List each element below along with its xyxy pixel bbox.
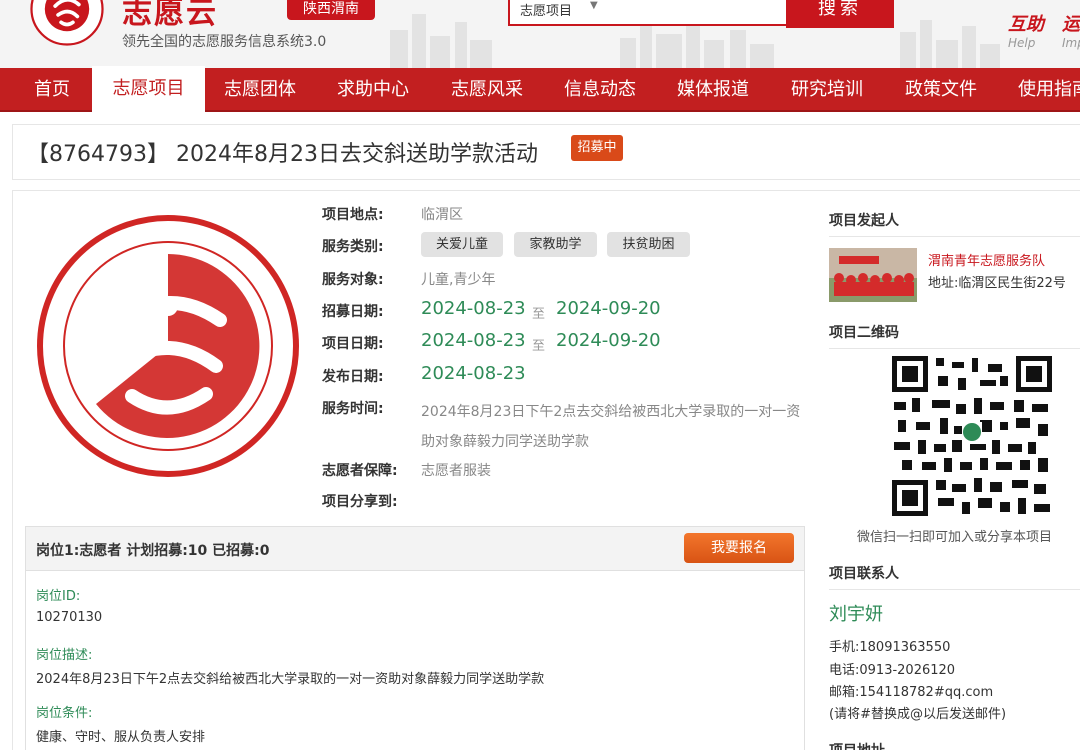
nav-item-showcase[interactable]: 志愿风采 <box>451 68 523 112</box>
search-button[interactable]: 搜索 <box>786 0 894 28</box>
position-card: 岗位1:志愿者 计划招募:10 已招募:0 我要报名 岗位ID: 1027013… <box>25 526 805 750</box>
secondary-help-label: 运 <box>1062 14 1080 35</box>
qr-code-icon <box>892 356 1052 516</box>
guarantee-label: 志愿者保障: <box>322 463 398 479</box>
org-name-link[interactable]: 渭南青年志愿服务队 <box>928 250 1045 269</box>
nav-item-projects[interactable]: 志愿项目 <box>92 66 205 112</box>
nav-item-policy[interactable]: 政策文件 <box>905 68 977 112</box>
target-label: 服务对象: <box>322 272 384 288</box>
qr-title: 项目二维码 <box>829 325 899 341</box>
secondary-help-link[interactable]: 运 Imp <box>1062 10 1080 50</box>
recruit-end-date: 2024-09-20 <box>556 298 661 319</box>
service-time-label: 服务时间: <box>322 401 384 417</box>
project-start-date: 2024-08-23 <box>421 330 526 351</box>
category-tag-child-care[interactable]: 关爱儿童 <box>421 232 503 257</box>
nav-item-help-center[interactable]: 求助中心 <box>337 68 409 112</box>
position-header: 岗位1:志愿者 计划招募:10 已招募:0 我要报名 <box>26 527 804 571</box>
position-id-value: 10270130 <box>36 610 103 625</box>
service-time-value: 2024年8月23日下午2点去交斜给被西北大学录取的一对一资助对象薛毅力同学送助… <box>421 404 801 450</box>
project-date-label: 项目日期: <box>322 336 384 352</box>
page-title: 【8764793】 2024年8月23日去交斜送助学款活动 <box>27 142 538 167</box>
help-label: 互助 <box>1008 14 1044 35</box>
region-switch[interactable]: 陕西渭南 <box>287 0 375 20</box>
nav-item-training[interactable]: 研究培训 <box>791 68 863 112</box>
nav-item-guide[interactable]: 使用指南 <box>1018 68 1080 112</box>
contact-name: 刘宇妍 <box>829 604 883 625</box>
divider <box>829 236 1080 237</box>
initiator-title: 项目发起人 <box>829 213 899 229</box>
share-label: 项目分享到: <box>322 494 398 510</box>
position-desc-label: 岗位描述: <box>36 648 93 663</box>
site-header: 志愿云 领先全国的志愿服务信息系统3.0 陕西渭南 志愿项目 ▼ 搜索 互助 H… <box>0 0 1080 68</box>
divider <box>829 348 1080 349</box>
secondary-help-label-en: Imp <box>1062 36 1080 50</box>
org-address: 地址:临渭区民生街22号 <box>928 276 1066 291</box>
project-logo-icon <box>37 215 299 477</box>
location-value: 临渭区 <box>421 207 463 223</box>
position-cond-value: 健康、守时、服从负责人安排 <box>36 730 206 745</box>
org-photo[interactable] <box>829 248 917 302</box>
nav-item-groups[interactable]: 志愿团体 <box>224 68 296 112</box>
category-tag-tutoring[interactable]: 家教助学 <box>514 232 597 257</box>
help-link[interactable]: 互助 Help <box>1008 10 1044 50</box>
publish-date: 2024-08-23 <box>421 363 526 384</box>
chevron-down-icon[interactable]: ▼ <box>590 0 598 11</box>
target-value: 儿童,青少年 <box>421 272 496 288</box>
contact-title: 项目联系人 <box>829 566 899 582</box>
nav-item-home[interactable]: 首页 <box>34 68 70 112</box>
help-label-en: Help <box>1008 36 1036 50</box>
brand-name[interactable]: 志愿云 <box>122 0 218 32</box>
category-label: 服务类别: <box>322 239 384 255</box>
position-cond-label: 岗位条件: <box>36 706 93 721</box>
status-badge: 招募中 <box>571 135 623 161</box>
contact-phone: 手机:18091363550 <box>829 640 951 655</box>
email-note: (请将#替换成@以后发送邮件) <box>829 707 1007 722</box>
site-logo-icon[interactable] <box>30 0 104 46</box>
address-title: 项目地址 <box>829 740 885 750</box>
qr-caption: 微信扫一扫即可加入或分享本项目 <box>857 530 1053 545</box>
divider <box>829 589 1080 590</box>
project-end-date: 2024-09-20 <box>556 330 661 351</box>
nav-item-media[interactable]: 媒体报道 <box>677 68 749 112</box>
position-id-label: 岗位ID: <box>36 589 81 604</box>
project-title-bar: 【8764793】 2024年8月23日去交斜送助学款活动 <box>12 124 1080 180</box>
contact-email[interactable]: 邮箱:154118782#qq.com <box>829 681 993 700</box>
main-nav: 首页 志愿项目 志愿团体 求助中心 志愿风采 信息动态 媒体报道 研究培训 政策… <box>0 66 1080 112</box>
guarantee-value: 志愿者服装 <box>421 463 491 479</box>
category-tag-poverty-aid[interactable]: 扶贫助困 <box>607 232 690 257</box>
recruit-date-separator: 至 <box>532 307 546 322</box>
publish-date-label: 发布日期: <box>322 369 384 385</box>
position-desc-value: 2024年8月23日下午2点去交斜给被西北大学录取的一对一资助对象薛毅力同学送助… <box>36 672 545 687</box>
location-label: 项目地点: <box>322 207 384 223</box>
nav-item-news[interactable]: 信息动态 <box>564 68 636 112</box>
site-slogan: 领先全国的志愿服务信息系统3.0 <box>122 34 327 50</box>
search-category-select[interactable]: 志愿项目 <box>520 0 572 19</box>
project-date-separator: 至 <box>532 339 546 354</box>
position-summary: 岗位1:志愿者 计划招募:10 已招募:0 <box>36 543 270 559</box>
recruit-start-date: 2024-08-23 <box>421 298 526 319</box>
search-box[interactable]: 志愿项目 ▼ <box>508 0 788 26</box>
recruit-date-label: 招募日期: <box>322 304 384 320</box>
signup-button[interactable]: 我要报名 <box>684 533 794 563</box>
contact-tel: 电话:0913-2026120 <box>829 663 956 678</box>
